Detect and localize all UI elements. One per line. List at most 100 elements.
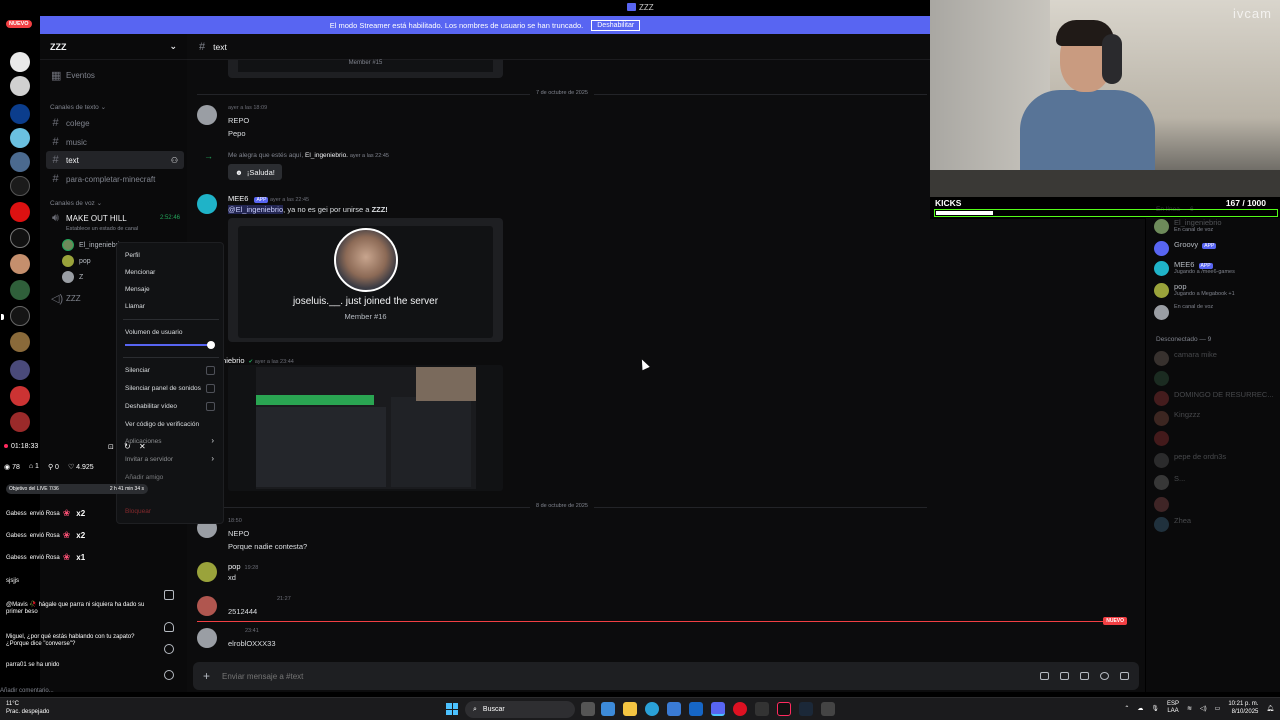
- server-icon[interactable]: [10, 332, 30, 352]
- battery-icon[interactable]: ▭: [1215, 705, 1221, 712]
- menu-item-mute-soundboard[interactable]: Silenciar panel de sonidos: [125, 385, 201, 392]
- disable-video-checkbox[interactable]: [206, 402, 215, 411]
- member[interactable]: DOMINGO DE RESURREC...: [1154, 390, 1274, 406]
- server-icon[interactable]: [10, 386, 30, 406]
- server-icon[interactable]: [10, 52, 30, 72]
- gift-icon[interactable]: [1040, 672, 1049, 680]
- soundboard-icon[interactable]: [164, 644, 174, 654]
- app-icon[interactable]: [821, 702, 835, 716]
- member[interactable]: pepe de ordn3s: [1154, 452, 1226, 468]
- member[interactable]: [1154, 496, 1174, 512]
- outlook-icon[interactable]: [689, 702, 703, 716]
- server-icon[interactable]: [10, 152, 30, 172]
- voice-category[interactable]: Canales de voz ⌄: [50, 199, 102, 207]
- server-icon[interactable]: [10, 76, 30, 96]
- server-icon[interactable]: [10, 412, 30, 432]
- gif-icon[interactable]: [1060, 672, 1069, 680]
- volume-icon[interactable]: ◁): [1200, 705, 1207, 712]
- app-icon[interactable]: [755, 702, 769, 716]
- guild-header[interactable]: ZZZ ⌄: [40, 34, 187, 60]
- settings-gear-icon[interactable]: [164, 670, 174, 680]
- mic-icon[interactable]: 🎙︎: [1151, 705, 1159, 712]
- menu-item-message[interactable]: Mensaje: [125, 286, 150, 293]
- server-icon[interactable]: [10, 176, 30, 196]
- mute-checkbox[interactable]: [206, 366, 215, 375]
- voice-channel-status[interactable]: Establece un estado de canal: [66, 226, 138, 232]
- taskbar-search[interactable]: ⌕ Buscar: [465, 701, 575, 718]
- server-icon[interactable]: [10, 228, 30, 248]
- member[interactable]: S...: [1154, 474, 1185, 490]
- welcome-image[interactable]: joseluis.__. just joined the server Memb…: [238, 226, 493, 338]
- server-icon[interactable]: [10, 128, 30, 148]
- channel-music[interactable]: # music: [46, 133, 184, 151]
- server-icon[interactable]: [10, 360, 30, 380]
- notification-icon[interactable]: 🔔︎: [1266, 705, 1274, 712]
- refresh-icon[interactable]: ↻: [124, 442, 131, 451]
- steam-icon[interactable]: [799, 702, 813, 716]
- server-icon[interactable]: [10, 202, 30, 222]
- server-icon[interactable]: [10, 280, 30, 300]
- user-mention[interactable]: @El_ingeniebrio: [228, 205, 284, 214]
- channel-text[interactable]: # text ⚇: [46, 151, 184, 169]
- weather-widget[interactable]: 11°C Prac. despejado: [6, 700, 49, 716]
- menu-item-profile[interactable]: Perfil: [125, 252, 140, 259]
- file-explorer-icon[interactable]: [623, 702, 637, 716]
- volume-slider-track[interactable]: [125, 344, 211, 346]
- member[interactable]: [1154, 370, 1174, 386]
- member[interactable]: [1154, 430, 1174, 446]
- language-indicator[interactable]: ESP LAA: [1167, 701, 1179, 715]
- apps-icon[interactable]: [1120, 672, 1129, 680]
- channel-para-completar-minecraft[interactable]: # para-completar-minecraft: [46, 170, 184, 188]
- copilot-icon[interactable]: [601, 702, 615, 716]
- close-icon[interactable]: ✕: [139, 442, 146, 451]
- plus-icon[interactable]: +: [203, 669, 210, 683]
- wifi-icon[interactable]: ≋: [1187, 705, 1192, 712]
- voice-user[interactable]: Z: [62, 271, 83, 283]
- live-comment-input[interactable]: Añadir comentario...: [0, 688, 54, 694]
- message-input[interactable]: [222, 671, 923, 681]
- wave-button[interactable]: ☻ ¡Saluda!: [228, 164, 282, 180]
- server-icon[interactable]: [10, 104, 30, 124]
- member[interactable]: Zhea: [1154, 516, 1191, 532]
- chevron-up-icon[interactable]: ⌃: [1124, 705, 1129, 712]
- headphones-icon[interactable]: [164, 622, 174, 632]
- cloud-icon[interactable]: ☁: [1137, 705, 1143, 712]
- menu-item-mute[interactable]: Silenciar: [125, 367, 150, 374]
- menu-item-disable-video[interactable]: Deshabilitar vídeo: [125, 403, 177, 410]
- member[interactable]: Groovy APP: [1154, 240, 1217, 256]
- menu-item-call[interactable]: Llamar: [125, 303, 145, 310]
- screen-share-icon[interactable]: [164, 590, 174, 600]
- member[interactable]: pop Jugando a Megabook +1: [1154, 282, 1235, 298]
- windows-start-icon[interactable]: [446, 703, 458, 715]
- member[interactable]: El_ingeniebrio En canal de voz: [1154, 218, 1222, 234]
- sticker-icon[interactable]: [1080, 672, 1089, 680]
- events-link[interactable]: ▦ Eventos: [46, 66, 184, 84]
- voice-user[interactable]: El_ingeniebrio: [62, 239, 123, 251]
- discord-taskbar-icon[interactable]: [711, 702, 725, 716]
- opera-icon[interactable]: [733, 702, 747, 716]
- emoji-icon[interactable]: [1100, 672, 1109, 680]
- taskview-icon[interactable]: [581, 702, 595, 716]
- voice-user[interactable]: pop: [62, 255, 91, 267]
- server-icon[interactable]: [10, 254, 30, 274]
- member[interactable]: camara mike: [1154, 350, 1217, 366]
- lock-icon[interactable]: ⊡: [108, 443, 114, 451]
- store-icon[interactable]: [667, 702, 681, 716]
- mute-soundboard-checkbox[interactable]: [206, 384, 215, 393]
- menu-item-mention[interactable]: Mencionar: [125, 269, 155, 276]
- text-category[interactable]: Canales de texto ⌄: [50, 103, 106, 111]
- channel-colege[interactable]: # colege: [46, 114, 184, 132]
- screenshot-attachment[interactable]: [228, 365, 503, 491]
- menu-item-verification-code[interactable]: Ver código de verificación: [125, 421, 199, 428]
- member[interactable]: MEE6 APP Jugando a /mee6-games: [1154, 260, 1235, 276]
- edge-icon[interactable]: [645, 702, 659, 716]
- add-member-icon[interactable]: ⚇: [171, 156, 178, 165]
- member[interactable]: En canal de voz: [1154, 304, 1213, 320]
- clock[interactable]: 10:21 p. m. 8/10/2025: [1228, 700, 1258, 716]
- server-icon[interactable]: [1, 306, 30, 326]
- member[interactable]: Kingzzz: [1154, 410, 1200, 426]
- disable-streamer-button[interactable]: Deshabilitar: [591, 19, 641, 31]
- volume-slider-handle[interactable]: [207, 341, 215, 349]
- voice-channel-make-out-hill[interactable]: 🔊︎ MAKE OUT HILL 2:52:46: [46, 209, 184, 227]
- tiktok-icon[interactable]: [777, 702, 791, 716]
